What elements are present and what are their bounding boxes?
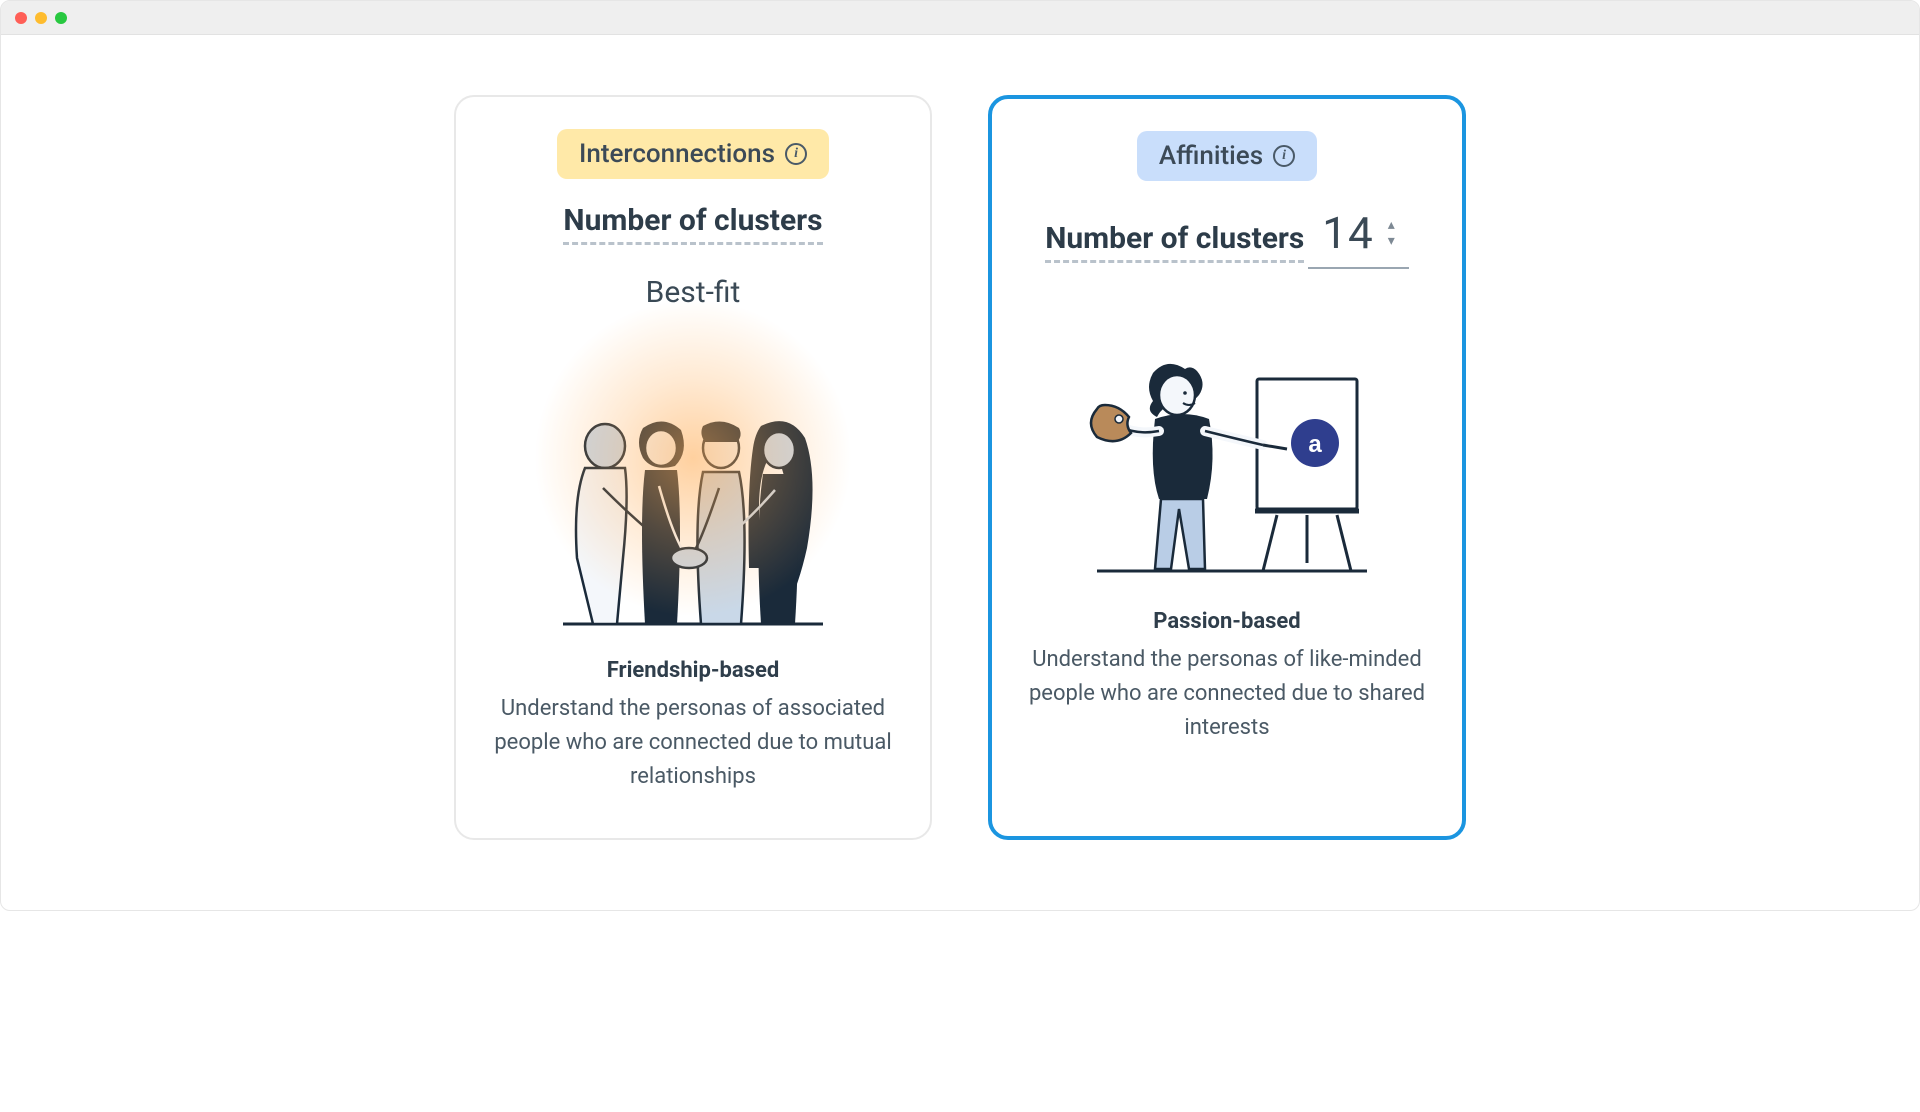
interconnections-tag-label: Interconnections [579,139,775,169]
cluster-count-stepper[interactable]: 14 ▴ ▾ [1308,203,1409,269]
window-zoom-dot[interactable] [55,12,67,24]
info-icon[interactable]: i [1273,145,1295,167]
affinities-tag: Affinities i [1137,131,1317,181]
affinities-desc-title: Passion-based [1028,605,1426,639]
cluster-count-value: 14 [1322,207,1373,259]
affinities-description: Passion-based Understand the personas of… [1028,605,1426,745]
glow-background [533,298,853,618]
stepper-arrows: ▴ ▾ [1388,218,1395,248]
interconnections-section-label: Number of clusters [563,203,822,245]
interconnections-desc-title: Friendship-based [492,654,894,688]
interconnections-illustration [492,328,894,628]
main-content: Interconnections i Number of clusters Be… [1,35,1919,910]
interconnections-description: Friendship-based Understand the personas… [492,654,894,794]
window-minimize-dot[interactable] [35,12,47,24]
interconnections-tag: Interconnections i [557,129,829,179]
info-icon[interactable]: i [785,143,807,165]
affinities-illustration: a [1028,279,1426,579]
chevron-down-icon[interactable]: ▾ [1388,234,1395,248]
window-titlebar [1,1,1919,35]
affinities-desc-body: Understand the personas of like-minded p… [1029,647,1425,740]
window-close-dot[interactable] [15,12,27,24]
chevron-up-icon[interactable]: ▴ [1388,218,1395,232]
app-window: Interconnections i Number of clusters Be… [0,0,1920,911]
interconnections-desc-body: Understand the personas of associated pe… [494,696,891,789]
painter-icon: a [1067,339,1387,579]
affinities-tag-label: Affinities [1159,141,1263,171]
svg-text:a: a [1308,431,1322,458]
affinities-card[interactable]: Affinities i Number of clusters 14 ▴ ▾ [988,95,1466,840]
interconnections-card[interactable]: Interconnections i Number of clusters Be… [454,95,932,840]
affinities-section-label: Number of clusters [1045,221,1304,263]
